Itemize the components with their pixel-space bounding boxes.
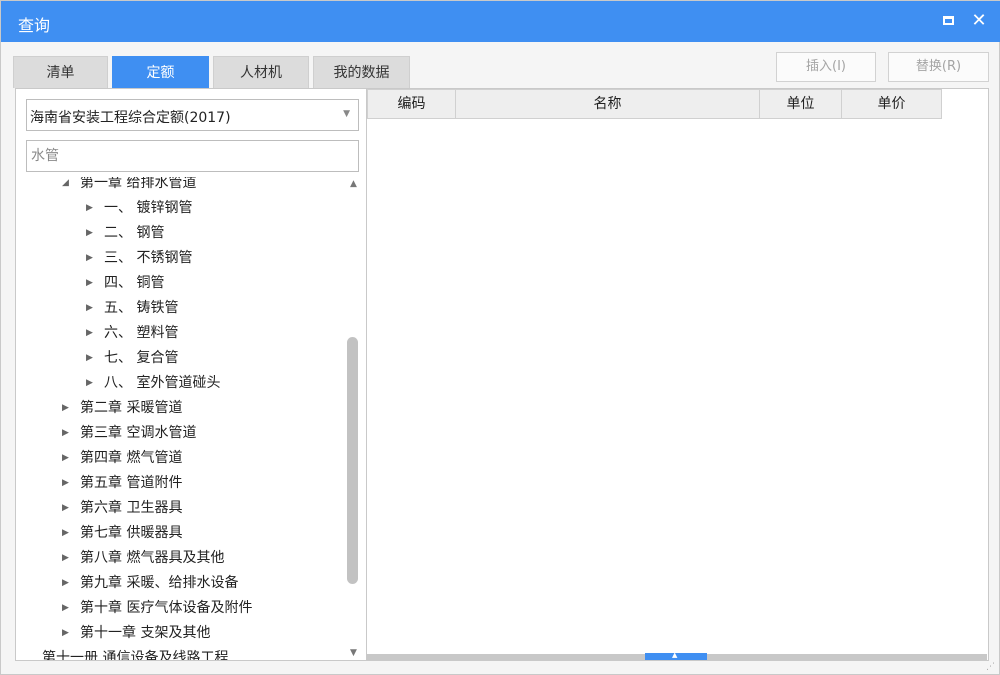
tree-item-label: 第七章 供暖器具: [80, 525, 183, 541]
triangle-right-icon[interactable]: ▶: [62, 546, 69, 571]
column-header-name[interactable]: 名称: [456, 89, 760, 119]
quota-library-panel: 海南省安装工程综合定额(2017) ▼ ◢ 第一章 给排水管道 ▶ 一、 镀锌钢管 ▶ 二…: [15, 88, 367, 661]
tree-item-label: 第十一章 支架及其他: [80, 625, 211, 641]
tree-item-label: 第十章 医疗气体设备及附件: [80, 600, 253, 616]
tree-item[interactable]: 第十一册 通信设备及线路工程: [16, 646, 344, 660]
tree-item-label: 五、 铸铁管: [104, 300, 179, 316]
close-button[interactable]: ✕: [969, 11, 989, 31]
scroll-thumb[interactable]: [347, 337, 358, 584]
tree-item-label: 八、 室外管道碰头: [104, 375, 221, 391]
resize-grip-icon[interactable]: ⋰: [986, 662, 996, 672]
triangle-right-icon[interactable]: ▶: [62, 571, 69, 596]
tree-item-label: 第一章 给排水管道: [80, 177, 197, 191]
tree-item[interactable]: ▶ 六、 塑料管: [16, 321, 344, 346]
triangle-right-icon[interactable]: ▶: [62, 521, 69, 546]
result-grid-panel: 编码 名称 单位 单价 ▲: [367, 88, 989, 661]
column-header-price[interactable]: 单价: [842, 89, 942, 119]
maximize-icon: [943, 16, 954, 25]
tree-item[interactable]: ▶ 第六章 卫生器具: [16, 496, 344, 521]
tree-item-label: 第六章 卫生器具: [80, 500, 183, 516]
tree-item-label: 第九章 采暖、给排水设备: [80, 575, 239, 591]
insert-button[interactable]: 插入(I): [776, 52, 876, 82]
tree-item-label: 一、 镀锌钢管: [104, 200, 193, 216]
triangle-right-icon[interactable]: ▶: [86, 296, 93, 321]
tree-item-label: 二、 钢管: [104, 225, 165, 241]
tree-item[interactable]: ▶ 五、 铸铁管: [16, 296, 344, 321]
tree-item[interactable]: ▶ 第七章 供暖器具: [16, 521, 344, 546]
maximize-button[interactable]: [939, 11, 959, 31]
column-header-code[interactable]: 编码: [367, 89, 456, 119]
library-select[interactable]: 海南省安装工程综合定额(2017) ▼: [26, 99, 359, 131]
triangle-right-icon[interactable]: ▶: [62, 396, 69, 421]
triangle-right-icon[interactable]: ▶: [62, 471, 69, 496]
tree-item[interactable]: ▶ 七、 复合管: [16, 346, 344, 371]
triangle-down-icon[interactable]: ◢: [62, 177, 69, 196]
triangle-right-icon[interactable]: ▶: [86, 221, 93, 246]
triangle-right-icon[interactable]: ▶: [86, 271, 93, 296]
triangle-right-icon[interactable]: ▶: [62, 596, 69, 621]
library-select-value: 海南省安装工程综合定额(2017): [30, 110, 231, 126]
tree-item[interactable]: ▶ 第十章 医疗气体设备及附件: [16, 596, 344, 621]
tree-scrollbar[interactable]: ▲ ▼: [345, 177, 362, 660]
column-header-unit[interactable]: 单位: [760, 89, 842, 119]
tree-item[interactable]: ◢ 第一章 给排水管道: [16, 177, 344, 196]
triangle-right-icon[interactable]: ▶: [62, 421, 69, 446]
query-dialog: 查询 ✕ 清单 定额 人材机 我的数据 插入(I) 替换(R) 海南省安装工程综…: [0, 0, 1000, 675]
window-title: 查询: [18, 16, 51, 35]
tree-item[interactable]: ▶ 三、 不锈钢管: [16, 246, 344, 271]
scroll-down-icon[interactable]: ▼: [345, 646, 362, 660]
tree-item[interactable]: ▶ 第十一章 支架及其他: [16, 621, 344, 646]
triangle-right-icon[interactable]: ▶: [62, 621, 69, 646]
splitter-handle[interactable]: ▲: [645, 651, 707, 660]
tree-item[interactable]: ▶ 四、 铜管: [16, 271, 344, 296]
tree-item-label: 第三章 空调水管道: [80, 425, 197, 441]
tree-item-label: 第五章 管道附件: [80, 475, 183, 491]
tab-quota[interactable]: 定额: [112, 56, 209, 88]
tree-item[interactable]: ▶ 第三章 空调水管道: [16, 421, 344, 446]
triangle-right-icon[interactable]: ▶: [86, 196, 93, 221]
tree-item-label: 第四章 燃气管道: [80, 450, 183, 466]
triangle-right-icon[interactable]: ▶: [62, 496, 69, 521]
tree-item[interactable]: ▶ 八、 室外管道碰头: [16, 371, 344, 396]
tree-item-label: 四、 铜管: [104, 275, 165, 291]
grid-header: 编码 名称 单位 单价: [367, 89, 942, 119]
tab-my-data[interactable]: 我的数据: [313, 56, 410, 88]
triangle-right-icon[interactable]: ▶: [86, 321, 93, 346]
search-input[interactable]: [26, 140, 359, 172]
tree-item-label: 六、 塑料管: [104, 325, 179, 341]
triangle-right-icon[interactable]: ▶: [86, 346, 93, 371]
tree-item[interactable]: ▶ 第九章 采暖、给排水设备: [16, 571, 344, 596]
triangle-right-icon[interactable]: ▶: [86, 246, 93, 271]
tree-item-label: 七、 复合管: [104, 350, 179, 366]
tree-item-label: 三、 不锈钢管: [104, 250, 193, 266]
tree-item[interactable]: ▶ 二、 钢管: [16, 221, 344, 246]
tree-item[interactable]: ▶ 第二章 采暖管道: [16, 396, 344, 421]
replace-button[interactable]: 替换(R): [888, 52, 989, 82]
chapter-tree: ◢ 第一章 给排水管道 ▶ 一、 镀锌钢管 ▶ 二、 钢管 ▶ 三、 不锈钢管 ▶ 四、 铜管 ▶ 五…: [16, 177, 344, 660]
chevron-up-icon: ▲: [672, 651, 678, 659]
chevron-down-icon: ▼: [343, 109, 350, 119]
triangle-right-icon[interactable]: ▶: [62, 446, 69, 471]
tab-bill[interactable]: 清单: [13, 56, 108, 88]
tree-item-label: 第十一册 通信设备及线路工程: [42, 650, 229, 660]
triangle-right-icon[interactable]: ▶: [86, 371, 93, 396]
tree-item[interactable]: ▶ 第四章 燃气管道: [16, 446, 344, 471]
title-bar[interactable]: 查询 ✕: [1, 1, 1000, 42]
tree-item-label: 第八章 燃气器具及其他: [80, 550, 225, 566]
tab-labor-material-machine[interactable]: 人材机: [213, 56, 309, 88]
tree-item[interactable]: ▶ 一、 镀锌钢管: [16, 196, 344, 221]
tree-item[interactable]: ▶ 第五章 管道附件: [16, 471, 344, 496]
scroll-up-icon[interactable]: ▲: [345, 177, 362, 191]
tree-item[interactable]: ▶ 第八章 燃气器具及其他: [16, 546, 344, 571]
tree-item-label: 第二章 采暖管道: [80, 400, 183, 416]
close-icon: ✕: [971, 10, 987, 31]
